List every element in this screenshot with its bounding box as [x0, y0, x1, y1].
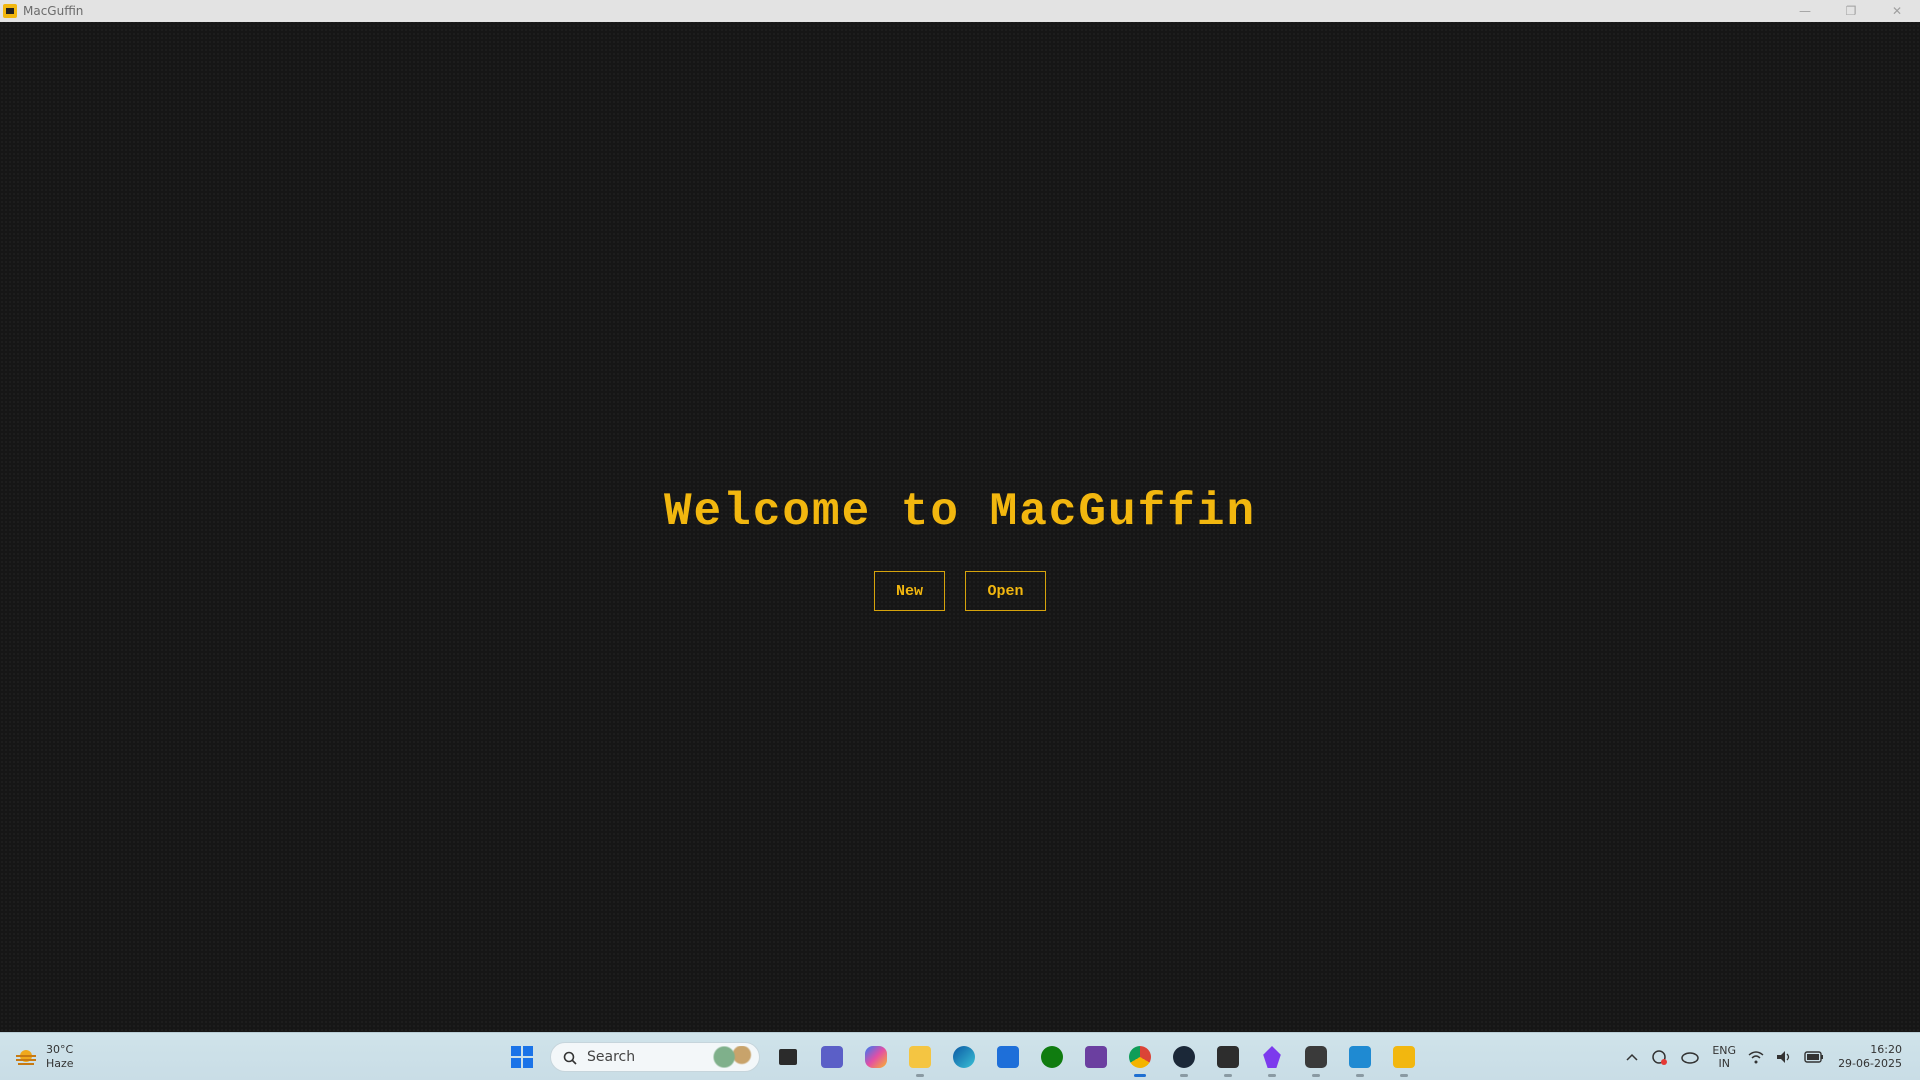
sync-icon[interactable]	[1650, 1048, 1668, 1066]
copilot-icon[interactable]	[858, 1039, 894, 1075]
chrome-icon[interactable]	[1122, 1039, 1158, 1077]
taskbar: 30°C Haze Search ENG IN 16:20 29-06-2025	[0, 1032, 1920, 1080]
battery-icon[interactable]	[1804, 1051, 1824, 1063]
edge-icon[interactable]	[946, 1039, 982, 1075]
window-title: MacGuffin	[23, 4, 84, 18]
search-icon	[563, 1050, 577, 1065]
store-icon[interactable]	[990, 1039, 1026, 1075]
macguffin-app-icon	[3, 4, 17, 18]
search-label: Search	[587, 1049, 636, 1065]
system-tray: ENG IN 16:20 29-06-2025	[1620, 1033, 1920, 1081]
clock-date: 29-06-2025	[1838, 1057, 1902, 1070]
clock[interactable]: 16:20 29-06-2025	[1838, 1043, 1902, 1071]
task-view-icon[interactable]	[770, 1039, 806, 1075]
wifi-icon[interactable]	[1748, 1050, 1764, 1064]
taskbar-apps: Search	[500, 1039, 1426, 1077]
teams-icon[interactable]	[814, 1039, 850, 1075]
weather-temperature: 30°C	[46, 1043, 74, 1056]
app-window: MacGuffin — ❐ ✕ Welcome to MacGuffin New…	[0, 0, 1920, 1032]
media-app-icon[interactable]	[1078, 1039, 1114, 1075]
minimize-button[interactable]: —	[1782, 0, 1828, 22]
steam-icon[interactable]	[1166, 1039, 1202, 1077]
terminal-icon[interactable]	[1210, 1039, 1246, 1077]
start-icon[interactable]	[504, 1039, 540, 1075]
region-code: IN	[1718, 1057, 1730, 1070]
welcome-screen: Welcome to MacGuffin New Open	[0, 22, 1920, 1032]
maximize-button[interactable]: ❐	[1828, 0, 1874, 22]
title-bar[interactable]: MacGuffin — ❐ ✕	[0, 0, 1920, 22]
xbox-icon[interactable]	[1034, 1039, 1070, 1075]
window-controls: — ❐ ✕	[1782, 0, 1920, 22]
close-button[interactable]: ✕	[1874, 0, 1920, 22]
chevron-up-icon[interactable]	[1626, 1053, 1638, 1061]
file-explorer-icon[interactable]	[902, 1039, 938, 1077]
open-button[interactable]: Open	[965, 571, 1046, 611]
clock-time: 16:20	[1870, 1043, 1902, 1056]
haze-weather-icon	[14, 1047, 38, 1067]
welcome-actions: New Open	[0, 571, 1920, 611]
new-button[interactable]: New	[874, 571, 945, 611]
welcome-heading: Welcome to MacGuffin	[663, 486, 1257, 538]
macguffin-taskbar-icon[interactable]	[1386, 1039, 1422, 1077]
volume-icon[interactable]	[1776, 1050, 1792, 1064]
vscode-icon[interactable]	[1342, 1039, 1378, 1077]
weather-widget[interactable]: 30°C Haze	[14, 1041, 74, 1073]
weather-condition: Haze	[46, 1057, 74, 1070]
search-highlight-icon	[711, 1046, 755, 1068]
language-code: ENG	[1712, 1044, 1737, 1057]
notepad-icon[interactable]	[1298, 1039, 1334, 1077]
language-indicator[interactable]: ENG IN	[1712, 1044, 1736, 1070]
taskbar-search-input[interactable]: Search	[550, 1042, 760, 1072]
obsidian-icon[interactable]	[1254, 1039, 1290, 1077]
onedrive-icon[interactable]	[1680, 1050, 1700, 1064]
